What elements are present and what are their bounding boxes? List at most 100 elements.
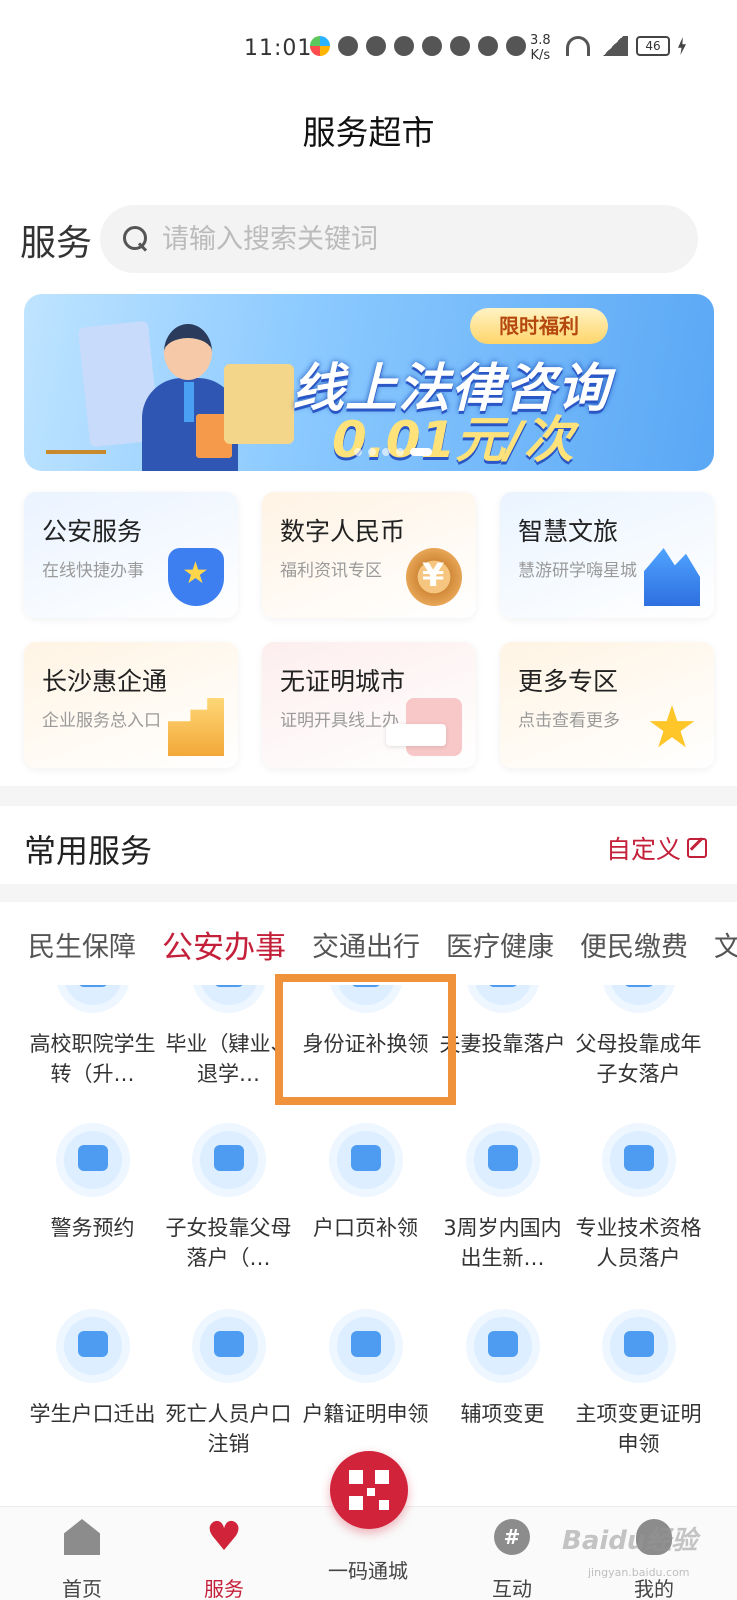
- baidu-watermark: Baidu经验: [562, 1526, 698, 1556]
- service-zones: 公安服务 在线快捷办事 数字人民币 福利资讯专区 智慧文旅 慧游研学嗨星城 长沙…: [24, 492, 714, 768]
- zone-enterprise[interactable]: 长沙惠企通 企业服务总入口: [24, 642, 238, 768]
- app-notification-icon: [310, 36, 330, 56]
- promo-banner[interactable]: 限时福利 线上法律咨询 0.01元/次: [24, 294, 714, 471]
- service-item[interactable]: 子女投靠父母落户（…: [160, 1123, 297, 1273]
- status-time: 11:01: [244, 36, 313, 61]
- tab-livelihood[interactable]: 民生保障: [28, 925, 136, 967]
- battery-icon: 46: [636, 36, 670, 56]
- digital-rmb-coin-icon: [406, 548, 462, 606]
- nav-label: 互动: [492, 1577, 532, 1600]
- tab-payment[interactable]: 便民缴费: [580, 925, 688, 967]
- qr-code-button[interactable]: [330, 1451, 408, 1529]
- tab-transport[interactable]: 交通出行: [312, 925, 420, 967]
- service-item[interactable]: 父母投靠成年子女落户: [570, 985, 707, 1089]
- couple-icon: [465, 985, 540, 1013]
- nav-interaction[interactable]: # 互动: [462, 1519, 562, 1600]
- zone-title: 智慧文旅: [518, 517, 619, 546]
- nav-home[interactable]: 首页: [32, 1519, 132, 1600]
- envelope-illustration: [224, 364, 294, 444]
- customize-button[interactable]: 自定义: [606, 830, 708, 866]
- carousel-dot: [368, 448, 376, 456]
- service-label: 死亡人员户口注销: [165, 1402, 292, 1456]
- student-transfer-icon: [55, 985, 130, 1013]
- child-parent-icon: [191, 1123, 266, 1197]
- tab-medical[interactable]: 医疗健康: [446, 925, 554, 967]
- service-item[interactable]: 辅项变更: [434, 1309, 571, 1459]
- carousel-dot: [354, 448, 362, 456]
- tab-culture[interactable]: 文: [714, 925, 737, 967]
- service-section-label: 服务: [20, 223, 93, 264]
- justice-scale-icon: [46, 384, 106, 454]
- nav-label: 服务: [204, 1577, 244, 1600]
- zone-police-service[interactable]: 公安服务 在线快捷办事: [24, 492, 238, 618]
- tab-public-security[interactable]: 公安办事: [162, 925, 286, 967]
- service-item[interactable]: 警务预约: [24, 1123, 161, 1273]
- system-status: 46: [566, 36, 686, 56]
- carousel-dot: [382, 448, 390, 456]
- star-icon: ★: [646, 693, 698, 761]
- search-bar[interactable]: [100, 205, 698, 273]
- nav-label: 首页: [62, 1577, 102, 1600]
- service-item[interactable]: 3周岁内国内出生新…: [434, 1123, 571, 1273]
- category-tabs: 民生保障 公安办事 交通出行 医疗健康 便民缴费 文: [28, 925, 737, 967]
- nav-service[interactable]: ♥ 服务: [174, 1514, 274, 1600]
- service-label: 学生户口迁出: [29, 1402, 156, 1426]
- service-heart-icon: ♥: [206, 1514, 242, 1560]
- status-bar: 11:01 3.8 K/s 46: [0, 0, 737, 100]
- baidu-watermark-url: jingyan.baidu.com: [588, 1566, 690, 1579]
- edit-icon: [687, 838, 708, 858]
- wifi-icon: [566, 36, 590, 56]
- active-tab-indicator: [208, 966, 238, 967]
- service-item[interactable]: 学生户口迁出: [24, 1309, 161, 1459]
- carousel-dot: [396, 448, 404, 456]
- zone-smart-tourism[interactable]: 智慧文旅 慧游研学嗨星城: [500, 492, 714, 618]
- service-item[interactable]: 死亡人员户口注销: [160, 1309, 297, 1459]
- nfc-icon: [422, 36, 442, 56]
- service-item[interactable]: 户口页补领: [297, 1123, 434, 1273]
- zone-digital-rmb[interactable]: 数字人民币 福利资讯专区: [262, 492, 476, 618]
- search-icon: [122, 225, 150, 253]
- police-shield-icon: [168, 548, 224, 606]
- zone-title: 无证明城市: [280, 667, 406, 696]
- tab-label: 公安办事: [162, 930, 286, 966]
- service-label: 子女投靠父母落户（…: [165, 1216, 292, 1270]
- zone-title: 数字人民币: [280, 517, 406, 546]
- service-item[interactable]: 主项变更证明申领: [570, 1309, 707, 1459]
- wechat-icon: [338, 36, 358, 56]
- location-card-icon: [55, 1309, 130, 1383]
- service-item[interactable]: 高校职院学生转（升…: [24, 985, 161, 1089]
- zone-title: 长沙惠企通: [42, 667, 168, 696]
- search-input[interactable]: [162, 223, 642, 255]
- signal-icon: [598, 36, 628, 56]
- household-page-icon: [328, 1123, 403, 1197]
- carousel-indicator: [354, 448, 432, 456]
- service-label: 户籍证明申领: [302, 1402, 429, 1426]
- charging-icon: [678, 37, 686, 55]
- professional-icon: [601, 1123, 676, 1197]
- service-item[interactable]: 户籍证明申领: [297, 1309, 434, 1459]
- service-label: 3周岁内国内出生新…: [443, 1216, 562, 1270]
- carousel-dot-active: [410, 448, 432, 456]
- sync-icon: [394, 36, 414, 56]
- vibrate-icon: [506, 36, 526, 56]
- notification-icons: [310, 36, 526, 56]
- service-label: 父母投靠成年子女落户: [575, 1032, 702, 1086]
- clock-icon: [55, 1123, 130, 1197]
- headphones-icon: [478, 36, 498, 56]
- highlight-annotation-box: [275, 974, 456, 1105]
- service-label: 专业技术资格人员落户: [575, 1216, 702, 1270]
- qr-code-icon: [349, 1470, 389, 1510]
- home-icon: [64, 1519, 100, 1555]
- zone-more[interactable]: 更多专区 点击查看更多 ★: [500, 642, 714, 768]
- alarm-icon: [450, 36, 470, 56]
- family-icon: [601, 985, 676, 1013]
- household-certificate-icon: [328, 1309, 403, 1383]
- nav-label[interactable]: 一码通城: [318, 1555, 418, 1584]
- chat-hash-icon: #: [494, 1519, 530, 1555]
- banner-price: 0.01元/次: [332, 411, 574, 469]
- service-label: 户口页补领: [313, 1216, 418, 1240]
- network-speed: 3.8 K/s: [530, 33, 551, 63]
- zone-no-certificate-city[interactable]: 无证明城市 证明开具线上办: [262, 642, 476, 768]
- service-item[interactable]: 专业技术资格人员落户: [570, 1123, 707, 1273]
- section-divider: [0, 884, 737, 902]
